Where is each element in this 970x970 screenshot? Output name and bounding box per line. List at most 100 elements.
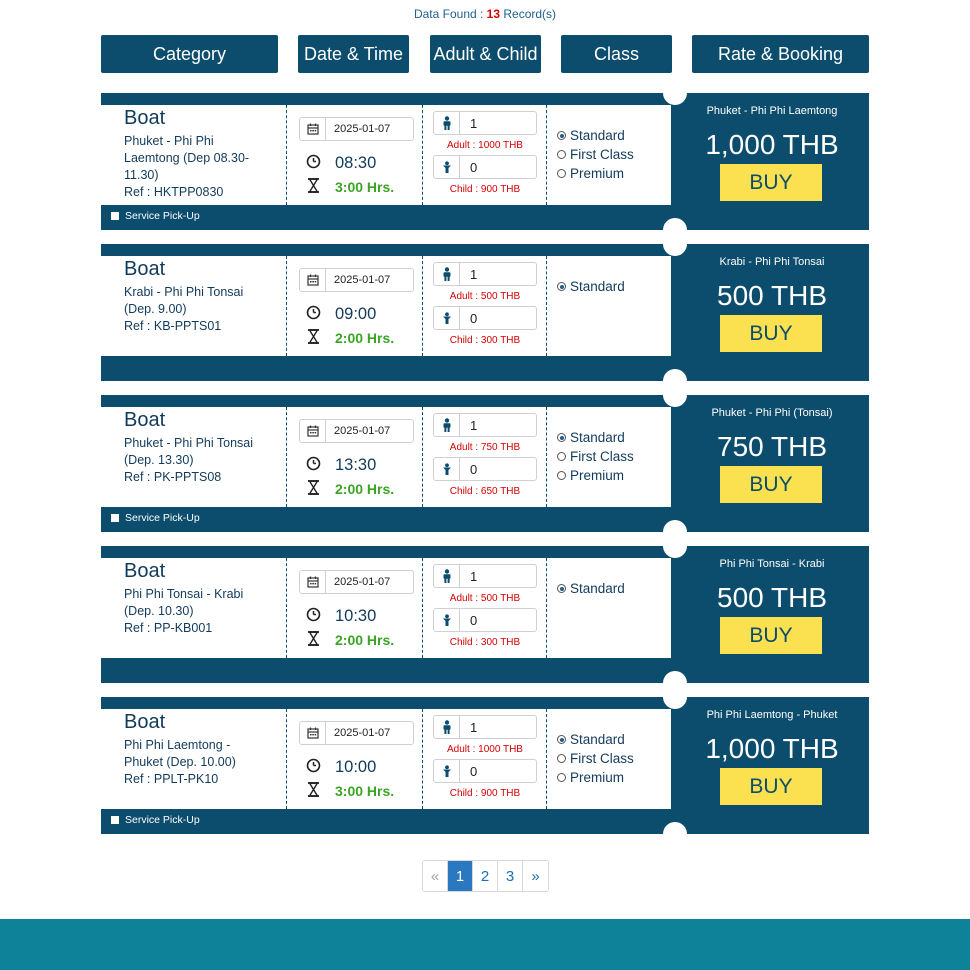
adult-count-field[interactable]: 1 (433, 262, 537, 286)
class-radio[interactable] (557, 773, 566, 782)
class-label: First Class (570, 751, 634, 766)
pagination-next[interactable]: » (523, 861, 548, 891)
class-option[interactable]: Premium (557, 164, 669, 183)
date-field[interactable]: 2025-01-07 (299, 570, 414, 594)
adult-count-field[interactable]: 1 (433, 564, 537, 588)
records-count: 13 (486, 7, 501, 21)
price: 500 THB (717, 280, 827, 311)
header-class[interactable]: Class (561, 35, 672, 73)
buy-button[interactable]: BUY (720, 617, 822, 654)
class-option[interactable]: First Class (557, 447, 669, 466)
route-line: 11.30) (124, 168, 159, 182)
class-option[interactable]: Premium (557, 466, 669, 485)
class-radio[interactable] (557, 471, 566, 480)
class-option[interactable]: First Class (557, 749, 669, 768)
class-radio[interactable] (557, 433, 566, 442)
child-count-field[interactable]: 0 (433, 306, 537, 330)
records-suffix: Record(s) (500, 7, 557, 21)
route-line: (Dep. 9.00) (124, 302, 187, 316)
departure-time: 13:30 (299, 455, 414, 475)
pickup-label: Service Pick-Up (125, 814, 200, 826)
adult-rate: Adult : 1000 THB (447, 744, 523, 755)
column-divider (546, 105, 547, 205)
pagination-page-1[interactable]: 1 (448, 861, 473, 891)
adult-count-field[interactable]: 1 (433, 111, 537, 135)
class-radio[interactable] (557, 131, 566, 140)
trip-card: Boat Phuket - Phi Phi Laemtong (Dep 08.30… (101, 81, 869, 242)
child-count-field[interactable]: 0 (433, 457, 537, 481)
passengers: 1 Adult : 500 THB 0 Child : 300 THB (433, 564, 537, 652)
pickup-checkbox[interactable] (111, 212, 119, 220)
child-count-field[interactable]: 0 (433, 608, 537, 632)
pickup-checkbox[interactable] (111, 514, 119, 522)
class-option[interactable]: Standard (557, 730, 669, 749)
pagination: « 1 2 3 » (422, 860, 549, 892)
class-options: Standard (557, 277, 669, 296)
class-radio[interactable] (557, 452, 566, 461)
column-divider (422, 407, 423, 507)
child-count-field[interactable]: 0 (433, 155, 537, 179)
date-field[interactable]: 2025-01-07 (299, 721, 414, 745)
date-field[interactable]: 2025-01-07 (299, 268, 414, 292)
class-radio[interactable] (557, 754, 566, 763)
service-pickup[interactable]: Service Pick-Up (111, 210, 200, 222)
buy-button[interactable]: BUY (720, 466, 822, 503)
records-summary: Data Found : 13 Record(s) (0, 7, 970, 21)
adult-count: 1 (470, 115, 478, 131)
adult-count-field[interactable]: 1 (433, 715, 537, 739)
class-option[interactable]: Standard (557, 126, 669, 145)
adult-icon (434, 112, 460, 134)
passengers: 1 Adult : 750 THB 0 Child : 650 THB (433, 413, 537, 501)
route-line: Phi Phi Tonsai - Krabi (124, 587, 244, 601)
header-adult-child[interactable]: Adult & Child (430, 35, 541, 73)
buy-button[interactable]: BUY (720, 768, 822, 805)
adult-count: 1 (470, 266, 478, 282)
header-category[interactable]: Category (101, 35, 278, 73)
child-icon (434, 458, 460, 480)
buy-button[interactable]: BUY (720, 164, 822, 201)
child-count: 0 (470, 310, 478, 326)
class-option[interactable]: Standard (557, 428, 669, 447)
class-radio[interactable] (557, 169, 566, 178)
class-radio[interactable] (557, 735, 566, 744)
class-option[interactable]: Premium (557, 768, 669, 787)
class-radio[interactable] (557, 150, 566, 159)
clock-icon (299, 607, 327, 626)
footer-bar (0, 919, 970, 970)
hourglass-icon (299, 631, 327, 649)
buy-button[interactable]: BUY (720, 315, 822, 352)
class-option[interactable]: First Class (557, 145, 669, 164)
class-option[interactable]: Standard (557, 277, 669, 296)
class-label: Premium (570, 166, 625, 181)
adult-count-field[interactable]: 1 (433, 413, 537, 437)
hourglass-icon (299, 480, 327, 498)
time-value: 10:30 (335, 606, 377, 625)
class-label: Standard (570, 581, 625, 596)
column-divider (422, 256, 423, 356)
pagination-page-3[interactable]: 3 (498, 861, 523, 891)
date-field[interactable]: 2025-01-07 (299, 419, 414, 443)
pagination-prev[interactable]: « (423, 861, 448, 891)
header-date-time[interactable]: Date & Time (298, 35, 409, 73)
date-field[interactable]: 2025-01-07 (299, 117, 414, 141)
column-divider (546, 407, 547, 507)
rate-route: Phuket - Phi Phi Laemtong (706, 105, 838, 117)
header-rate-booking[interactable]: Rate & Booking (692, 35, 869, 73)
pickup-checkbox[interactable] (111, 816, 119, 824)
records-prefix: Data Found : (413, 7, 487, 21)
class-radio[interactable] (557, 584, 566, 593)
pagination-page-2[interactable]: 2 (473, 861, 498, 891)
class-radio[interactable] (557, 282, 566, 291)
service-pickup[interactable]: Service Pick-Up (111, 512, 200, 524)
column-divider (546, 709, 547, 809)
adult-count: 1 (470, 719, 478, 735)
class-label: Premium (570, 468, 625, 483)
column-divider (286, 709, 287, 809)
trip-category: Boat Phuket - Phi Phi Tonsai (Dep. 13.30)… (124, 409, 284, 486)
class-option[interactable]: Standard (557, 579, 669, 598)
adult-count: 1 (470, 568, 478, 584)
service-pickup[interactable]: Service Pick-Up (111, 814, 200, 826)
column-headers: Category Date & Time Adult & Child Class… (0, 35, 970, 73)
calendar-icon (300, 420, 326, 442)
child-count-field[interactable]: 0 (433, 759, 537, 783)
